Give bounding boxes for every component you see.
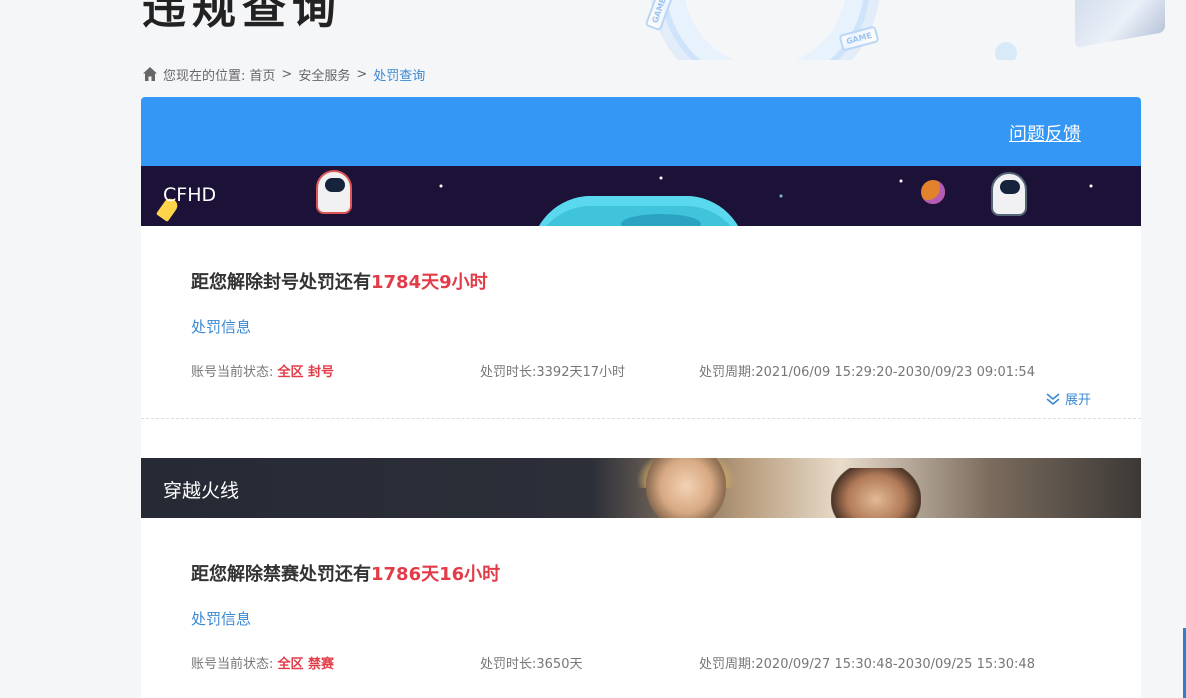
penalty-record: 距您解除禁赛处罚还有1786天16小时 处罚信息 账号当前状态: 全区 禁赛 处… (141, 518, 1141, 674)
astronaut-icon (991, 172, 1027, 216)
game-name: 穿越火线 (163, 480, 240, 502)
banner-decoration-cube (1075, 0, 1165, 48)
countdown-prefix: 距您解除禁赛处罚还有 (191, 564, 371, 585)
penalty-info-link[interactable]: 处罚信息 (191, 310, 1091, 358)
breadcrumb-current[interactable]: 处罚查询 (373, 65, 425, 84)
home-icon (143, 67, 157, 81)
status-value: 全区 封号 (277, 364, 335, 380)
penalty-info-link[interactable]: 处罚信息 (191, 602, 1091, 650)
astronaut-icon (316, 170, 352, 214)
panel-header: 问题反馈 (141, 97, 1141, 166)
game-name: CFHD (163, 184, 217, 206)
breadcrumb-prefix: 您现在的位置: (163, 68, 246, 84)
planet-icon (921, 180, 945, 204)
status-label: 账号当前状态: (191, 364, 274, 380)
status-value: 全区 禁赛 (277, 656, 335, 672)
page-title: 违规查询 (142, 0, 342, 34)
period-value: 2020/09/27 15:30:48-2030/09/25 15:30:48 (755, 656, 1035, 672)
period-value: 2021/06/09 15:29:20-2030/09/23 09:01:54 (755, 364, 1035, 380)
period-label: 处罚周期: (699, 364, 756, 380)
top-banner: 违规查询 GAME GAME (0, 0, 1186, 60)
duration-value: 3392天17小时 (536, 364, 626, 380)
countdown-text: 距您解除封号处罚还有1784天9小时 (191, 226, 1091, 310)
countdown-value: 1784天9小时 (371, 272, 488, 293)
penalty-detail-row: 账号当前状态: 全区 封号 处罚时长:3392天17小时 处罚周期:2021/0… (191, 358, 1091, 382)
status-label: 账号当前状态: (191, 656, 274, 672)
breadcrumb-home-link[interactable]: 首页 (249, 65, 275, 84)
duration-label: 处罚时长: (480, 656, 537, 672)
game-banner-cf: 穿越火线 (141, 458, 1141, 518)
duration-label: 处罚时长: (480, 364, 537, 380)
duration-value: 3650天 (536, 656, 583, 672)
countdown-text: 距您解除禁赛处罚还有1786天16小时 (191, 518, 1091, 602)
banner-decoration-circle (660, 0, 870, 60)
double-chevron-down-icon (1046, 392, 1060, 405)
game-banner-cfhd: CFHD (141, 166, 1141, 226)
breadcrumb: 您现在的位置: 首页 > 安全服务 > 处罚查询 (142, 64, 425, 84)
character-portrait (646, 458, 726, 518)
breadcrumb-separator: > (356, 66, 368, 82)
expand-button[interactable]: 展开 (1045, 389, 1091, 408)
period-label: 处罚周期: (699, 656, 756, 672)
banner-decoration-dot (995, 42, 1017, 60)
feedback-link[interactable]: 问题反馈 (1009, 120, 1081, 146)
penalty-panel: 问题反馈 CFHD 距您解除封号处罚还有1784天9小时 处罚信息 账号当前状态… (141, 97, 1141, 698)
character-portrait (831, 468, 921, 518)
penalty-detail-row: 账号当前状态: 全区 禁赛 处罚时长:3650天 处罚周期:2020/09/27… (191, 650, 1091, 674)
expand-label: 展开 (1064, 393, 1091, 408)
penalty-record: 距您解除封号处罚还有1784天9小时 处罚信息 账号当前状态: 全区 封号 处罚… (141, 226, 1141, 418)
breadcrumb-separator: > (281, 66, 293, 82)
breadcrumb-security-link[interactable]: 安全服务 (298, 65, 350, 84)
countdown-prefix: 距您解除封号处罚还有 (191, 272, 371, 293)
countdown-value: 1786天16小时 (371, 564, 501, 585)
